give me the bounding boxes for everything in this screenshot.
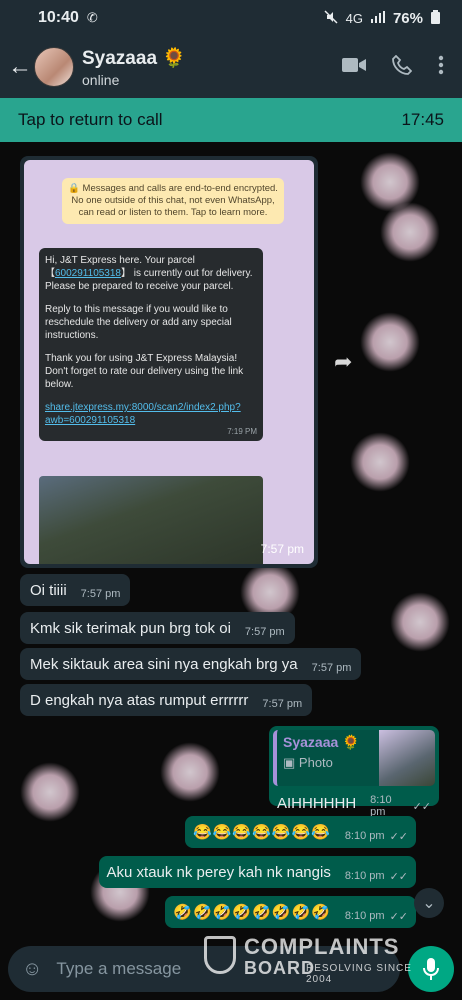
message-text: Oi tiiii [30, 581, 67, 599]
video-call-icon[interactable] [342, 57, 366, 78]
mic-icon [423, 958, 439, 980]
message-text: 🤣🤣🤣🤣🤣🤣🤣🤣 [173, 904, 331, 921]
avatar[interactable] [34, 47, 74, 87]
complaints-board-watermark: COMPLAINTS BOARD RESOLVING SINCE 2004 [200, 930, 420, 986]
scroll-to-bottom-button[interactable]: ⌄ [414, 888, 444, 918]
wallpaper-flower [380, 202, 440, 262]
photo-icon: ▣ [283, 755, 296, 770]
status-icons: 4G 76% [324, 9, 440, 27]
incoming-message[interactable]: Mek siktauk area sini nya engkah brg ya … [20, 648, 362, 680]
read-ticks-icon: ✓✓ [389, 910, 408, 923]
battery-icon [431, 9, 440, 27]
quoted-message[interactable]: Syazaaa 🌻 ▣ Photo [273, 730, 435, 786]
message-time: 7:57 pm [244, 626, 285, 638]
quoted-photo-thumbnail [379, 730, 435, 786]
clock: 10:40 [38, 9, 79, 26]
outgoing-message[interactable]: Aku xtauk nk perey kah nk nangis 8:10 pm… [98, 856, 416, 888]
message-time: 7:57 pm [260, 542, 304, 556]
status-bar: 10:40 ✆ 4G 76% [0, 0, 462, 36]
more-options-icon[interactable] [438, 55, 444, 80]
contact-status: online [82, 72, 120, 88]
message-time: 7:57 pm [80, 588, 121, 600]
mute-icon [324, 9, 338, 27]
battery-level: 76% [392, 9, 423, 27]
read-ticks-icon: ✓✓ [412, 800, 431, 813]
wallpaper-flower [160, 742, 220, 802]
message-text: Mek siktauk area sini nya engkah brg ya [30, 655, 298, 673]
network-label: 4G [345, 10, 363, 26]
return-to-call-banner[interactable]: Tap to return to call 17:45 [0, 98, 462, 142]
incoming-message[interactable]: Oi tiiii 7:57 pm [20, 574, 131, 606]
emoji-icon[interactable]: ☺ [22, 958, 42, 981]
forwarded-image-message[interactable]: 🔒 Messages and calls are end-to-end encr… [20, 156, 318, 568]
outgoing-message[interactable]: 😂😂😂😂😂😂😂 8:10 pm ✓✓ [185, 816, 416, 848]
message-text: D engkah nya atas rumput errrrrr [30, 691, 249, 709]
watermark-line3: RESOLVING SINCE 2004 [306, 963, 412, 985]
message-time: 7:57 pm [311, 662, 352, 674]
return-to-call-label: Tap to return to call [18, 110, 163, 129]
message-time: 8:10 pm [370, 794, 392, 818]
chevron-down-icon: ⌄ [422, 895, 436, 912]
jt-link: share.jtexpress.my:8000/scan2/index2.php… [45, 402, 241, 426]
incoming-message[interactable]: Kmk sik terimak pun brg tok oi 7:57 pm [20, 612, 295, 644]
call-duration: 17:45 [401, 110, 444, 129]
chat-header: ← Syazaaa 🌻 online [0, 36, 462, 98]
reply-message[interactable]: Syazaaa 🌻 ▣ Photo AIHHHHHH 8:10 pm ✓✓ [269, 726, 439, 818]
watermark-line2: BOARD [244, 958, 315, 978]
message-time: 8:10 pm [344, 910, 385, 922]
back-arrow-icon[interactable]: ← [0, 53, 34, 81]
forward-icon[interactable]: ➦ [334, 349, 352, 375]
read-ticks-icon: ✓✓ [389, 870, 408, 883]
message-text: AIHHHHHH [277, 794, 357, 812]
message-text: Kmk sik terimak pun brg tok oi [30, 619, 231, 637]
jt-message-time: 7:19 PM [227, 427, 257, 436]
jt-express-message: Hi, J&T Express here. Your parcel 【60029… [39, 248, 263, 441]
wallpaper-flower [20, 762, 80, 822]
forwarded-screenshot[interactable]: 🔒 Messages and calls are end-to-end encr… [24, 160, 314, 564]
wallpaper-flower [360, 312, 420, 372]
signal-icon [370, 10, 385, 26]
contact-info[interactable]: Syazaaa 🌻 online [82, 46, 186, 88]
wallpaper-flower [350, 432, 410, 492]
jt-thanks-text: Thank you for using J&T Express Malaysia… [45, 353, 244, 390]
shield-logo-icon [204, 936, 236, 974]
message-time: 8:10 pm [344, 830, 385, 842]
read-ticks-icon: ✓✓ [389, 830, 408, 843]
jt-tracking-link: 600291105318 [55, 268, 121, 279]
outgoing-message[interactable]: 🤣🤣🤣🤣🤣🤣🤣🤣 8:10 pm ✓✓ [165, 896, 416, 928]
incoming-message[interactable]: D engkah nya atas rumput errrrrr 7:57 pm [20, 684, 313, 716]
parcel-photo-thumbnail [39, 476, 263, 564]
watermark-line1: COMPLAINTS [244, 934, 400, 959]
message-text: Aku xtauk nk perey kah nk nangis [106, 863, 331, 881]
wallpaper-flower [390, 592, 450, 652]
message-text: 😂😂😂😂😂😂😂 [193, 824, 331, 841]
message-time: 8:10 pm [344, 870, 385, 882]
chat-area[interactable]: 🔒 Messages and calls are end-to-end encr… [0, 142, 462, 942]
encryption-note: 🔒 Messages and calls are end-to-end encr… [62, 178, 284, 224]
jt-reply-text: Reply to this message if you would like … [45, 304, 232, 341]
message-time: 7:57 pm [262, 698, 303, 710]
voice-call-icon[interactable] [392, 54, 413, 80]
quoted-type: Photo [298, 755, 333, 770]
contact-name: Syazaaa 🌻 [82, 48, 186, 69]
phone-call-icon: ✆ [86, 10, 98, 25]
